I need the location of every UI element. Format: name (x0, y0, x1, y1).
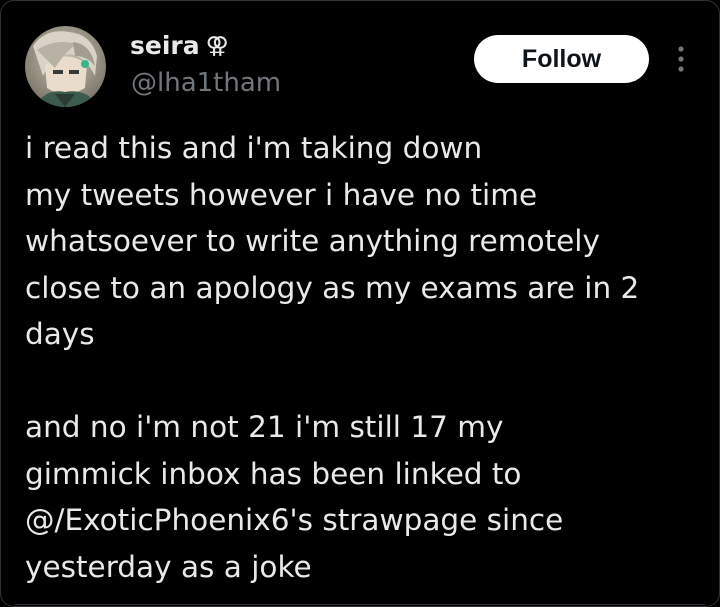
tweet-card: seira ⚢ @lha1tham Follow i read this and… (0, 0, 720, 607)
tweet-text: i read this and i'm taking down my tweet… (25, 125, 715, 590)
tweet-line: @/ExoticPhoenix6's strawpage since (25, 503, 564, 537)
tweet-line: close to an apology as my exams are in 2 (25, 270, 640, 305)
divider (15, 604, 705, 605)
tweet-line: i read this and i'm taking down (25, 131, 483, 165)
name-symbol: ⚢ (205, 33, 229, 59)
tweet-line: and no i'm not 21 i'm still 17 my (25, 410, 504, 444)
follow-button[interactable]: Follow (474, 35, 649, 83)
more-vertical-icon (678, 46, 684, 72)
tweet-line: days (25, 317, 95, 351)
tweet-line: gimmick inbox has been linked to (25, 456, 522, 491)
avatar[interactable] (25, 26, 106, 107)
tweet-line: my tweets however i have no time (25, 177, 538, 212)
display-name[interactable]: seira (130, 29, 200, 63)
tweet-line: yesterday as a joke (25, 549, 312, 584)
author-name-row[interactable]: seira ⚢ (130, 29, 229, 63)
more-options-button[interactable] (670, 41, 692, 77)
author-handle[interactable]: @lha1tham (131, 66, 281, 100)
paragraph-break (25, 358, 715, 405)
avatar-portrait-icon (25, 26, 106, 107)
tweet-line: whatsoever to write anything remotely (25, 224, 600, 258)
